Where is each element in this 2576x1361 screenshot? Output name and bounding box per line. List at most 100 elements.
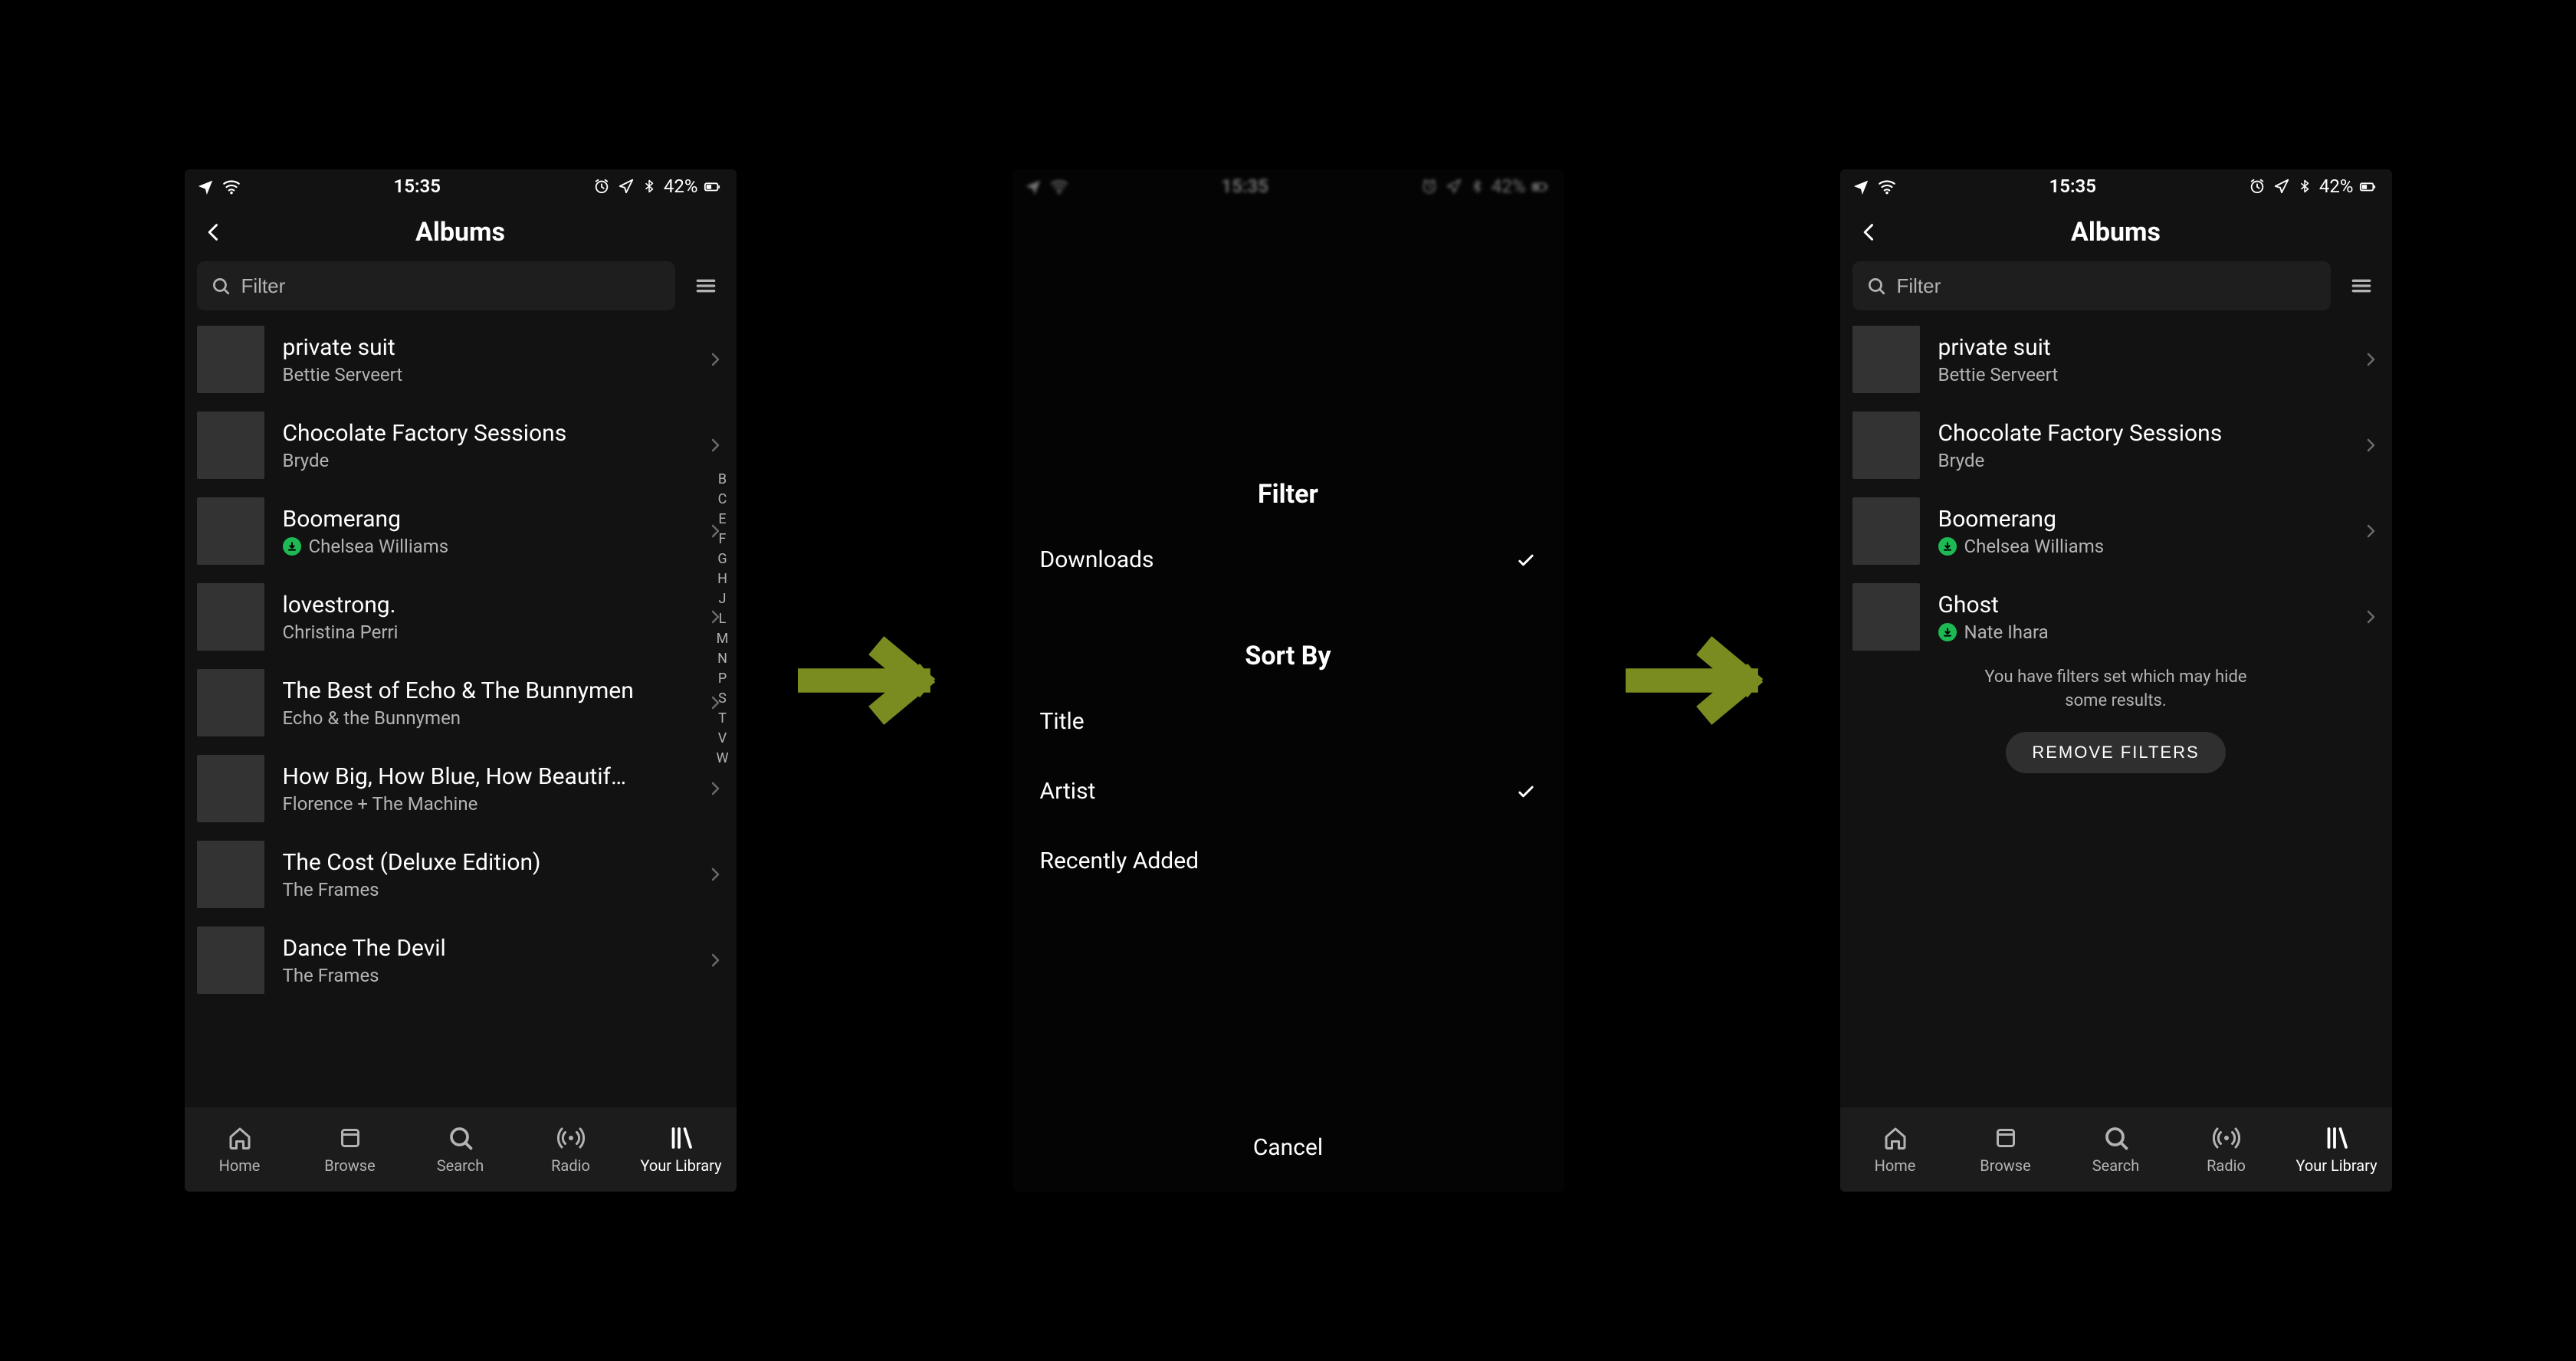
alpha-index-letter[interactable]: F bbox=[714, 530, 732, 549]
album-list[interactable]: private suit Bettie Serveert Chocolate Fac… bbox=[185, 316, 737, 1107]
album-artist: Chelsea Williams bbox=[283, 536, 687, 557]
filter-option[interactable]: Title bbox=[1012, 687, 1564, 756]
album-list[interactable]: private suitBettie ServeertChocolate Fac… bbox=[1840, 316, 2392, 651]
tab-browse[interactable]: Browse bbox=[295, 1107, 405, 1192]
alpha-index-letter[interactable]: T bbox=[714, 709, 732, 729]
album-artist: Bettie Serveert bbox=[283, 364, 687, 385]
back-button[interactable] bbox=[1849, 203, 1889, 261]
album-art bbox=[197, 497, 264, 565]
album-row[interactable]: private suit Bettie Serveert bbox=[185, 316, 737, 402]
chevron-right-icon bbox=[706, 350, 724, 369]
wifi-icon bbox=[1877, 176, 1897, 196]
battery-percent: 42% bbox=[2319, 175, 2354, 197]
tab-home[interactable]: Home bbox=[1840, 1107, 1951, 1192]
tab-label: Home bbox=[1875, 1156, 1916, 1175]
alpha-index-letter[interactable]: E bbox=[714, 510, 732, 530]
downloaded-icon bbox=[1938, 537, 1957, 556]
album-row[interactable]: Chocolate Factory SessionsBryde bbox=[185, 402, 737, 488]
filter-notice-line: some results. bbox=[1886, 690, 2346, 713]
tab-browse[interactable]: Browse bbox=[1951, 1107, 2061, 1192]
album-artist: Bryde bbox=[1938, 450, 2343, 471]
album-row[interactable]: lovestrong.Christina Perri bbox=[185, 574, 737, 660]
filter-option[interactable]: Downloads bbox=[1012, 525, 1564, 595]
album-row[interactable]: private suitBettie Serveert bbox=[1840, 316, 2392, 402]
filter-input[interactable] bbox=[1895, 274, 2317, 299]
tab-label: Your Library bbox=[2295, 1156, 2377, 1175]
sort-filter-button[interactable] bbox=[687, 267, 724, 304]
battery-icon bbox=[701, 178, 724, 195]
back-icon bbox=[203, 221, 225, 243]
album-art bbox=[1852, 412, 1920, 479]
alpha-index-letter[interactable]: M bbox=[714, 629, 732, 649]
album-title: private suit bbox=[1938, 334, 2343, 361]
album-row[interactable]: Chocolate Factory SessionsBryde bbox=[1840, 402, 2392, 488]
album-row[interactable]: The Cost (Deluxe Edition)The Frames bbox=[185, 831, 737, 917]
alpha-index-letter[interactable]: B bbox=[714, 470, 732, 490]
tab-radio[interactable]: Radio bbox=[516, 1107, 626, 1192]
alpha-index-letter[interactable]: G bbox=[714, 549, 732, 569]
alpha-index-letter[interactable]: P bbox=[714, 669, 732, 689]
filter-option[interactable]: Artist bbox=[1012, 756, 1564, 826]
alpha-index-letter[interactable]: W bbox=[714, 749, 732, 769]
flow-arrow-icon bbox=[798, 627, 951, 734]
alpha-index-letter[interactable]: J bbox=[714, 589, 732, 609]
album-artist: Florence + The Machine bbox=[283, 793, 687, 815]
album-row[interactable]: BoomerangChelsea Williams bbox=[185, 488, 737, 574]
chevron-right-icon bbox=[2361, 350, 2380, 369]
filter-option[interactable]: Recently Added bbox=[1012, 826, 1564, 896]
clock-time: 15:35 bbox=[2049, 175, 2096, 197]
album-title: lovestrong. bbox=[283, 592, 687, 618]
album-row[interactable]: GhostNate Ihara bbox=[1840, 574, 2392, 651]
airplane-mode-icon bbox=[1852, 178, 1869, 195]
album-row[interactable]: The Best of Echo & The BunnymenEcho & th… bbox=[185, 660, 737, 746]
alpha-index-letter[interactable]: S bbox=[714, 689, 732, 709]
tab-radio[interactable]: Radio bbox=[2171, 1107, 2282, 1192]
tab-label: Search bbox=[2092, 1156, 2139, 1175]
back-button[interactable] bbox=[194, 203, 234, 261]
alpha-index-letter[interactable]: C bbox=[714, 490, 732, 510]
alpha-index[interactable]: BCEFGHJLMNPSTVW bbox=[714, 470, 732, 769]
album-title: The Cost (Deluxe Edition) bbox=[283, 849, 687, 876]
remove-filters-button[interactable]: REMOVE FILTERS bbox=[2006, 732, 2225, 773]
battery-indicator: 42% bbox=[664, 175, 724, 197]
screen-filter-modal: 15:35 42% Filter Downloads Sort By Title… bbox=[1012, 169, 1564, 1192]
tab-home[interactable]: Home bbox=[185, 1107, 295, 1192]
album-title: Boomerang bbox=[1938, 506, 2343, 533]
tab-search[interactable]: Search bbox=[405, 1107, 516, 1192]
tab-your-library[interactable]: Your Library bbox=[2282, 1107, 2392, 1192]
wifi-icon bbox=[222, 176, 241, 196]
tab-your-library[interactable]: Your Library bbox=[626, 1107, 737, 1192]
tab-search[interactable]: Search bbox=[2061, 1107, 2171, 1192]
filter-search-box[interactable] bbox=[1852, 261, 2331, 310]
tab-label: Radio bbox=[551, 1156, 590, 1175]
library-icon bbox=[2323, 1124, 2351, 1152]
album-art bbox=[197, 326, 264, 393]
downloaded-icon bbox=[283, 537, 301, 556]
filter-notice: You have filters set which may hide some… bbox=[1840, 651, 2392, 773]
sort-filter-button[interactable] bbox=[2343, 267, 2380, 304]
tab-bar: Home Browse Search Radio Your Library bbox=[1840, 1107, 2392, 1192]
album-art bbox=[197, 412, 264, 479]
page-title: Albums bbox=[2071, 217, 2161, 248]
album-row[interactable]: BoomerangChelsea Williams bbox=[1840, 488, 2392, 574]
album-row[interactable]: Dance The DevilThe Frames bbox=[185, 917, 737, 1003]
cancel-button[interactable]: Cancel bbox=[1012, 1104, 1564, 1192]
album-art bbox=[1852, 326, 1920, 393]
alarm-icon bbox=[2249, 178, 2266, 195]
alpha-index-letter[interactable]: H bbox=[714, 569, 732, 589]
chevron-right-icon bbox=[706, 436, 724, 454]
alpha-index-letter[interactable]: L bbox=[714, 609, 732, 629]
status-bar: 15:35 42% bbox=[185, 169, 737, 203]
browse-icon bbox=[1992, 1124, 2020, 1152]
option-label: Recently Added bbox=[1040, 848, 1199, 874]
clock-time: 15:35 bbox=[394, 175, 441, 197]
filter-search-box[interactable] bbox=[197, 261, 675, 310]
filter-notice-line: You have filters set which may hide bbox=[1886, 666, 2346, 690]
album-title: private suit bbox=[283, 334, 687, 361]
alpha-index-letter[interactable]: V bbox=[714, 729, 732, 749]
album-row[interactable]: How Big, How Blue, How Beautif…Florence … bbox=[185, 746, 737, 831]
filter-input[interactable] bbox=[240, 274, 661, 299]
battery-icon bbox=[2356, 178, 2379, 195]
alpha-index-letter[interactable]: N bbox=[714, 649, 732, 669]
check-icon bbox=[1515, 781, 1537, 802]
